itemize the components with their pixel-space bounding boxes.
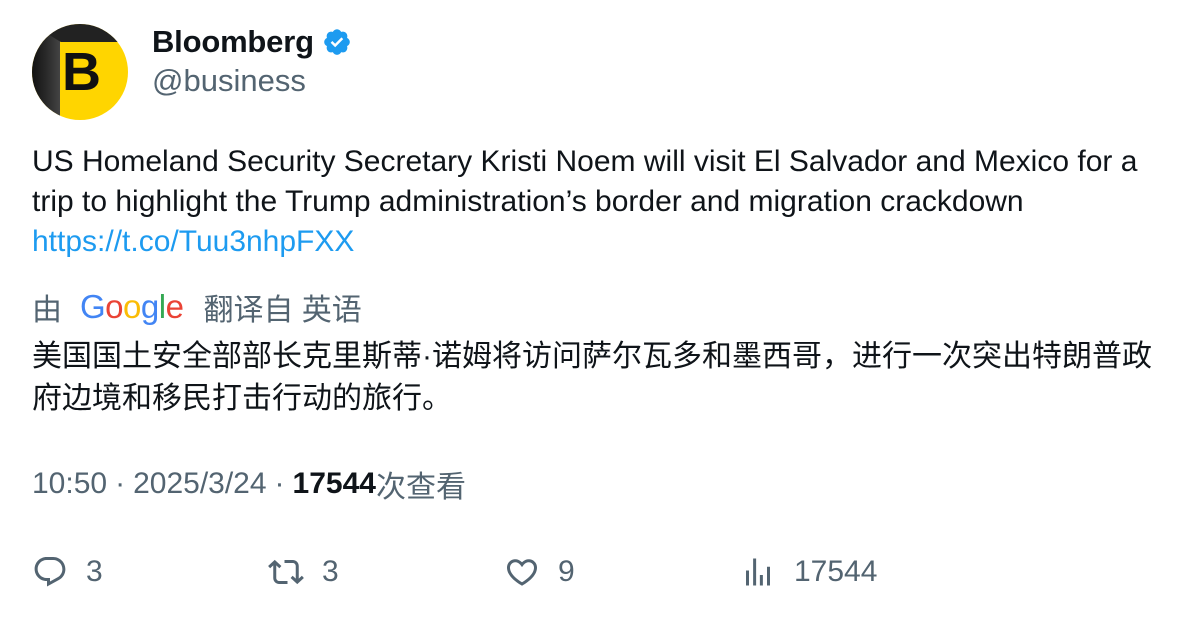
like-count: 9 [558, 555, 575, 588]
like-button[interactable]: 9 [504, 548, 575, 596]
verified-badge-icon [324, 29, 350, 55]
retweet-icon [268, 559, 304, 585]
reply-icon [34, 557, 66, 587]
tweet-date[interactable]: 2025/3/24 [133, 467, 266, 501]
retweet-count: 3 [322, 555, 339, 588]
heart-icon [506, 559, 538, 586]
retweet-button[interactable]: 3 [268, 548, 339, 596]
avatar-letter: B [62, 42, 101, 102]
author-name-row: Bloomberg [152, 22, 352, 62]
google-logo[interactable]: Google [80, 288, 184, 326]
author-handle[interactable]: @business [152, 63, 306, 99]
tweet-text: US Homeland Security Secretary Kristi No… [32, 142, 1172, 262]
meta-separator-2: · [274, 467, 285, 500]
tweet-card: B Bloomberg @business US Homeland Securi… [0, 0, 1196, 618]
views-count: 17544 [292, 467, 376, 500]
reply-button[interactable]: 3 [32, 548, 103, 596]
tweet-meta: 10:50 · 2025/3/24 · 17544 次查看 [32, 464, 466, 504]
translated-text: 美国国土安全部部长克里斯蒂·诺姆将访问萨尔瓦多和墨西哥，进行一次突出特朗普政府边… [32, 340, 1152, 415]
tweet-time[interactable]: 10:50 [32, 467, 107, 501]
tweet-link[interactable]: https://t.co/Tuu3nhpFXX [32, 225, 354, 258]
translation-attribution: 由 Google 翻译自 英语 [32, 287, 362, 327]
views-chart-icon [746, 558, 770, 586]
views-action-count: 17544 [794, 555, 878, 588]
meta-separator: · [115, 467, 126, 500]
views-button[interactable]: 17544 [740, 548, 877, 596]
action-bar: 3 3 9 17544 [0, 548, 1196, 596]
reply-count: 3 [86, 555, 103, 588]
translation-suffix: 翻译自 英语 [203, 294, 362, 327]
tweet-body: US Homeland Security Secretary Kristi No… [32, 145, 1138, 218]
views-label: 次查看 [375, 471, 466, 504]
author-display-name[interactable]: Bloomberg [152, 24, 314, 60]
translation-prefix: 由 [32, 294, 62, 327]
avatar[interactable]: B [32, 24, 128, 120]
